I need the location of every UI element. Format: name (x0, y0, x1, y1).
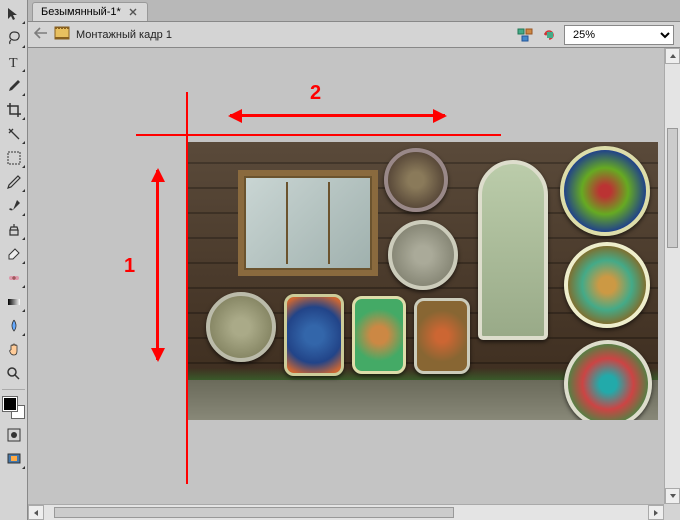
scroll-left-button[interactable] (28, 505, 44, 520)
tool-heal[interactable] (2, 267, 26, 289)
tool-quickmask[interactable] (2, 424, 26, 446)
frame-title: Монтажный кадр 1 (76, 29, 172, 41)
tool-eyedropper[interactable] (2, 75, 26, 97)
scroll-corner (664, 504, 680, 520)
zoom-select[interactable]: 25% (564, 25, 674, 45)
guide-vertical[interactable] (186, 92, 188, 484)
tab-label: Безымянный-1* (41, 6, 121, 18)
canvas-area: 1 2 (28, 48, 680, 520)
dimension-label-1: 1 (124, 255, 135, 278)
tool-brush[interactable] (2, 195, 26, 217)
nav-back-icon[interactable] (34, 27, 48, 42)
document-tabbar: Безымянный-1* (28, 0, 680, 22)
horizontal-scroll-thumb[interactable] (54, 507, 454, 518)
tool-gradient[interactable] (2, 291, 26, 313)
film-icon (54, 26, 70, 43)
foreground-color-swatch[interactable] (3, 397, 17, 411)
tool-crop[interactable] (2, 99, 26, 121)
tool-type[interactable]: T (2, 51, 26, 73)
tool-selection[interactable] (2, 147, 26, 169)
dimension-label-2: 2 (310, 82, 321, 105)
document-controlbar: Монтажный кадр 1 25% (28, 22, 680, 48)
tool-lasso[interactable] (2, 27, 26, 49)
tool-hand[interactable] (2, 339, 26, 361)
scroll-up-button[interactable] (665, 48, 680, 64)
canvas-viewport[interactable]: 1 2 (28, 48, 664, 504)
tool-screenmode[interactable] (2, 448, 26, 470)
scroll-down-button[interactable] (665, 488, 680, 504)
tool-pencil[interactable] (2, 171, 26, 193)
toolbox: T (0, 0, 28, 520)
guide-horizontal[interactable] (136, 134, 501, 136)
canvas-image (188, 142, 658, 420)
document-tab[interactable]: Безымянный-1* (32, 2, 148, 21)
close-icon[interactable] (127, 6, 139, 18)
vertical-scroll-thumb[interactable] (667, 128, 678, 248)
tool-move[interactable] (2, 3, 26, 25)
arrange-icon[interactable] (516, 26, 534, 44)
rotate-icon[interactable] (540, 26, 558, 44)
tool-clone[interactable] (2, 219, 26, 241)
svg-text:T: T (9, 56, 18, 70)
tool-zoom[interactable] (2, 363, 26, 385)
color-swatches[interactable] (3, 397, 25, 419)
tool-wand[interactable] (2, 123, 26, 145)
tool-eraser[interactable] (2, 243, 26, 265)
vertical-scrollbar[interactable] (664, 48, 680, 504)
horizontal-scrollbar[interactable] (28, 504, 664, 520)
scroll-right-button[interactable] (648, 505, 664, 520)
tool-blur[interactable] (2, 315, 26, 337)
